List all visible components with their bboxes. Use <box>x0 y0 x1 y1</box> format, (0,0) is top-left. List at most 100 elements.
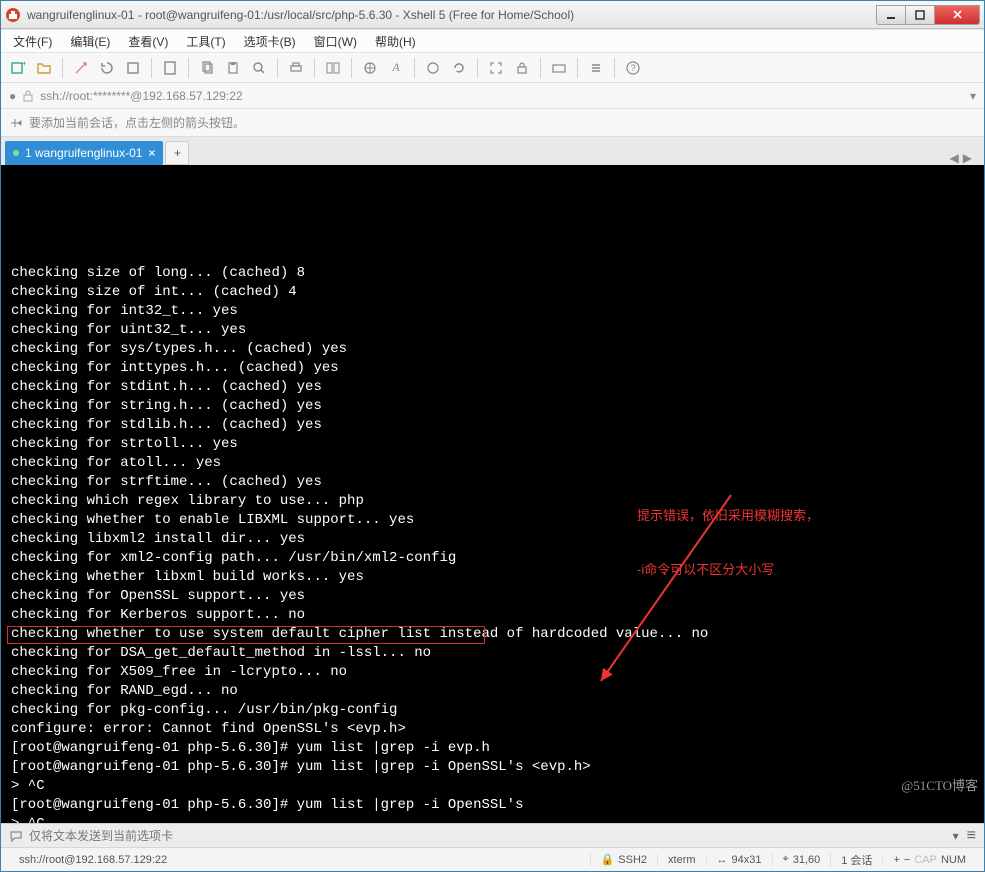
tab-scroll-right-icon[interactable]: ▶ <box>963 151 972 165</box>
status-connection: ssh://root@192.168.57.129:22 <box>9 854 590 866</box>
addressbar: ● ssh://root:********@192.168.57.129:22 … <box>1 83 984 109</box>
print-icon[interactable] <box>285 57 307 79</box>
script-icon[interactable] <box>422 57 444 79</box>
layout-icon[interactable] <box>322 57 344 79</box>
toolbar-separator <box>151 58 152 78</box>
terminal[interactable]: checking size of long... (cached) 8check… <box>1 165 984 823</box>
lock-small-icon: 🔒 <box>601 853 615 866</box>
refresh-icon[interactable] <box>448 57 470 79</box>
new-tab-button[interactable]: + <box>165 141 189 165</box>
terminal-line: checking for OpenSSL support... yes <box>11 587 980 606</box>
app-icon <box>5 7 21 23</box>
status-size-text: 94x31 <box>732 854 762 866</box>
toolbar-separator <box>614 58 615 78</box>
search-icon[interactable] <box>248 57 270 79</box>
menu-help[interactable]: 帮助(H) <box>369 31 422 52</box>
properties-icon[interactable] <box>159 57 181 79</box>
hintbar-text: 要添加当前会话，点击左侧的箭头按钮。 <box>29 114 245 131</box>
terminal-line: checking for inttypes.h... (cached) yes <box>11 359 980 378</box>
toolbar-separator <box>277 58 278 78</box>
terminal-line: checking for stdlib.h... (cached) yes <box>11 416 980 435</box>
toolbar-separator <box>314 58 315 78</box>
toolbar-separator <box>540 58 541 78</box>
titlebar[interactable]: wangruifenglinux-01 - root@wangruifeng-0… <box>1 1 984 29</box>
menu-file[interactable]: 文件(F) <box>7 31 58 52</box>
terminal-line: checking libxml2 install dir... yes <box>11 530 980 549</box>
help-icon[interactable]: ? <box>622 57 644 79</box>
menu-tab[interactable]: 选项卡(B) <box>238 31 302 52</box>
open-folder-icon[interactable] <box>33 57 55 79</box>
globe-icon[interactable] <box>359 57 381 79</box>
tab-scroll-left-icon[interactable]: ◀ <box>950 151 959 165</box>
status-cursor-text: 31,60 <box>793 854 821 866</box>
menubar: 文件(F) 编辑(E) 查看(V) 工具(T) 选项卡(B) 窗口(W) 帮助(… <box>1 29 984 53</box>
terminal-line: checking for uint32_t... yes <box>11 321 980 340</box>
menu-tools[interactable]: 工具(T) <box>180 31 231 52</box>
toolbar-separator <box>62 58 63 78</box>
status-cursor: ⌖ 31,60 <box>772 853 831 866</box>
terminal-line: configure: error: Cannot find OpenSSL's … <box>11 720 980 739</box>
sendbar-text: 仅将文本发送到当前选项卡 <box>29 827 173 844</box>
paste-icon[interactable] <box>222 57 244 79</box>
terminal-line: [root@wangruifeng-01 php-5.6.30]# yum li… <box>11 796 980 815</box>
hintbar: 要添加当前会话，点击左侧的箭头按钮。 <box>1 109 984 137</box>
terminal-line: checking which regex library to use... p… <box>11 492 980 511</box>
status-term: xterm <box>657 854 706 866</box>
tab-label: 1 wangruifenglinux-01 <box>25 146 142 160</box>
new-session-icon[interactable]: + <box>7 57 29 79</box>
watermark: @51CTO博客 <box>901 776 978 795</box>
menu-window[interactable]: 窗口(W) <box>308 31 363 52</box>
status-num-text: NUM <box>941 854 966 866</box>
terminal-line: checking for atoll... yes <box>11 454 980 473</box>
svg-text:+: + <box>22 60 26 68</box>
list-icon[interactable] <box>585 57 607 79</box>
minimize-button[interactable] <box>876 5 906 25</box>
status-cap-text: CAP <box>914 854 937 866</box>
session-tab[interactable]: 1 wangruifenglinux-01 × <box>5 141 163 165</box>
terminal-line: checking for pkg-config... /usr/bin/pkg-… <box>11 701 980 720</box>
terminal-line: checking size of int... (cached) 4 <box>11 283 980 302</box>
hintbar-add-icon[interactable] <box>9 116 23 130</box>
menu-view[interactable]: 查看(V) <box>122 31 174 52</box>
addressbar-text[interactable]: ssh://root:********@192.168.57.129:22 <box>40 89 964 103</box>
maximize-button[interactable] <box>905 5 935 25</box>
minus-icon: − <box>904 854 910 866</box>
terminal-line: checking size of long... (cached) 8 <box>11 264 980 283</box>
menu-edit[interactable]: 编辑(E) <box>64 31 116 52</box>
error-highlight-box <box>7 626 485 644</box>
lock-icon[interactable] <box>511 57 533 79</box>
terminal-line: checking whether libxml build works... y… <box>11 568 980 587</box>
addressbar-bullet: ● <box>9 89 16 103</box>
status-protocol-text: SSH2 <box>618 854 647 866</box>
toolbar: + A ? <box>1 53 984 83</box>
font-icon[interactable]: A <box>385 57 407 79</box>
terminal-line: checking for stdint.h... (cached) yes <box>11 378 980 397</box>
close-button[interactable] <box>934 5 980 25</box>
copy-icon[interactable] <box>196 57 218 79</box>
status-size: ↔ 94x31 <box>706 854 772 866</box>
sendbar-chat-icon[interactable] <box>9 829 23 843</box>
window-buttons <box>877 5 980 25</box>
sendbar-dropdown-icon[interactable]: ▾ <box>953 829 959 843</box>
sendbar-menu-icon[interactable]: ≡ <box>967 827 976 845</box>
reconnect-icon[interactable] <box>96 57 118 79</box>
terminal-line: checking whether to enable LIBXML suppor… <box>11 511 980 530</box>
sendbar: 仅将文本发送到当前选项卡 ▾ ≡ <box>1 823 984 847</box>
connect-icon[interactable] <box>70 57 92 79</box>
plus-icon: + <box>893 854 899 866</box>
tab-close-icon[interactable]: × <box>148 146 155 160</box>
annotation-text: 提示错误，依旧采用模糊搜索， -i命令可以不区分大小写 <box>637 471 819 615</box>
terminal-line: checking for strftime... (cached) yes <box>11 473 980 492</box>
terminal-line: checking for Kerberos support... no <box>11 606 980 625</box>
tab-scroll-arrows: ◀ ▶ <box>950 151 980 165</box>
terminal-line: checking for strtoll... yes <box>11 435 980 454</box>
disconnect-icon[interactable] <box>122 57 144 79</box>
toolbar-separator <box>414 58 415 78</box>
addressbar-dropdown-icon[interactable]: ▾ <box>970 89 976 103</box>
fullscreen-icon[interactable] <box>485 57 507 79</box>
addressbar-lock-icon <box>22 90 34 102</box>
keyboard-icon[interactable] <box>548 57 570 79</box>
status-cap: + − CAP NUM <box>882 854 976 866</box>
terminal-line: checking for X509_free in -lcrypto... no <box>11 663 980 682</box>
application-window: wangruifenglinux-01 - root@wangruifeng-0… <box>0 0 985 872</box>
